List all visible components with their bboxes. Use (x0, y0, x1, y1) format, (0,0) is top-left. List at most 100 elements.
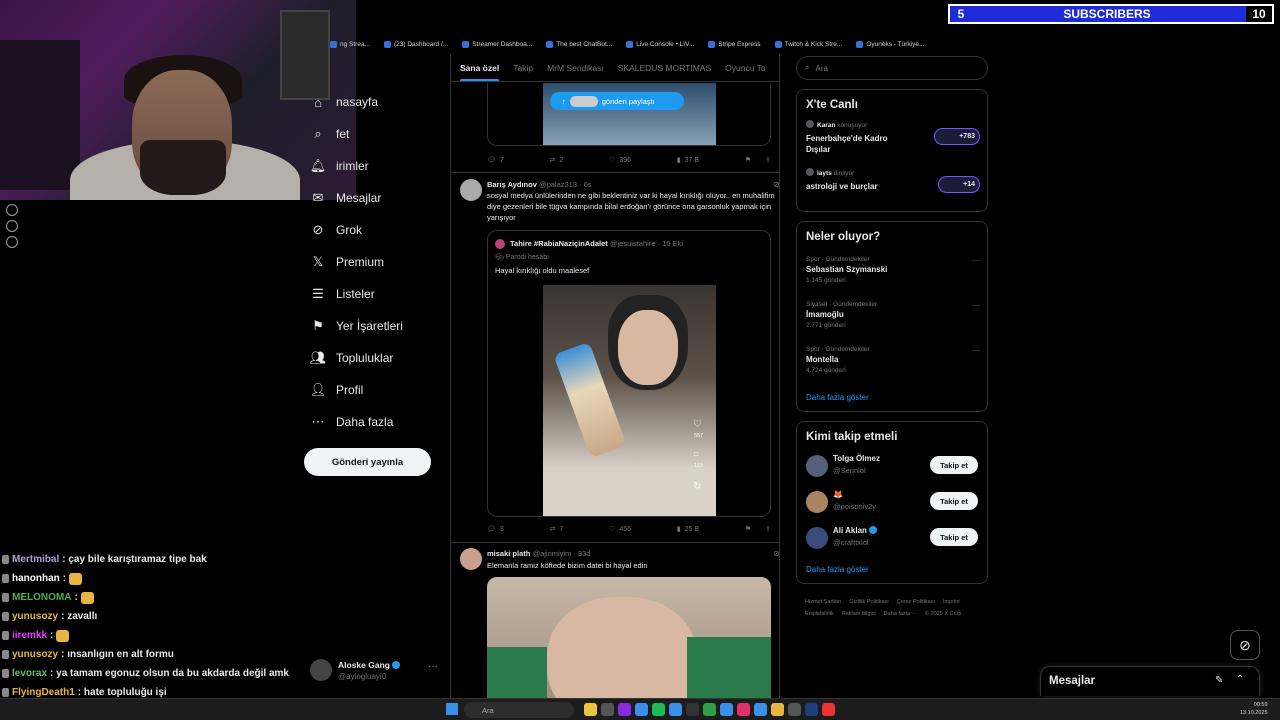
tab-3[interactable]: SKALEDUS MORTIMAS (618, 63, 711, 73)
bookmark-item[interactable]: (23) Dashboard /... (384, 40, 448, 48)
edge-icon[interactable] (720, 703, 733, 716)
nav-item-person[interactable]: 👤︎ Profil (304, 374, 450, 406)
compose-message-icon[interactable]: ✎ (1215, 675, 1223, 686)
twitch-icon[interactable] (618, 703, 631, 716)
bookmark-item[interactable]: Oyuneks - Türkiye... (856, 40, 924, 48)
steam-icon[interactable] (669, 703, 682, 716)
share-icon[interactable]: ⇪ (765, 525, 771, 533)
video-player[interactable]: ♡ 557 ○ 113 ↻ (543, 285, 716, 516)
views-button[interactable]: ▮ 37 B (677, 156, 699, 165)
nav-item-grok[interactable]: ⊘ Grok (304, 214, 450, 246)
heart-icon[interactable]: ♡ (693, 419, 702, 430)
chat-username[interactable]: hanonhan (12, 573, 60, 584)
taskbar-clock[interactable]: 00:59 13.10.2025 (1240, 701, 1268, 717)
tweet-author-handle[interactable]: @palaz313 (539, 180, 577, 189)
expand-icon[interactable]: ⌃ (1236, 674, 1244, 685)
footer-link[interactable]: Hizmet Şartları (805, 596, 841, 608)
bookmark-item[interactable]: Streamer Dashboa... (462, 40, 532, 48)
instagram-icon[interactable] (737, 703, 750, 716)
footer-link[interactable]: Gizlilik Politikası (849, 596, 888, 608)
search-input[interactable]: ⌕ Ara (796, 56, 988, 80)
avatar[interactable] (460, 179, 482, 201)
media-icon[interactable] (601, 703, 614, 716)
comment-icon[interactable]: ○ (693, 449, 699, 460)
like-button[interactable]: ♡ 456 (609, 525, 631, 534)
quoted-tweet[interactable]: Tahire #RabiaNaziçinAdalet @jesuistahire… (487, 230, 771, 517)
account-switcher[interactable]: Aloske Gang @ayiogluayi0 ··· (310, 656, 440, 686)
nav-item-list[interactable]: ☰ Listeler (304, 278, 450, 310)
tweet-media[interactable]: ↑ gönderi paylaştı (487, 83, 771, 146)
bookmark-item[interactable]: Live Console • LIV... (626, 40, 694, 48)
tab-1[interactable]: Takip (513, 63, 533, 73)
settings-icon[interactable] (6, 236, 18, 248)
xbox-icon[interactable] (703, 703, 716, 716)
follow-suggestion[interactable]: Ali Aklan @crafttxlol Takip et (797, 526, 987, 556)
bookmark-icon[interactable]: ⚑ (745, 525, 751, 533)
trend-more-icon[interactable]: ··· (972, 346, 980, 355)
tweet-media[interactable] (487, 577, 771, 717)
start-icon[interactable] (446, 703, 458, 715)
chat-username[interactable]: levorax (12, 668, 47, 679)
nav-item-more-circle[interactable]: ⋯ Daha fazla (304, 406, 450, 438)
avatar[interactable] (460, 548, 482, 570)
spotify-icon[interactable] (652, 703, 665, 716)
trend-item[interactable]: Spor · Gündemdekiler Sebastian Szymanski 1… (806, 256, 980, 284)
footer-link[interactable]: Erişilebilirlik (805, 608, 834, 620)
grok-icon[interactable]: ⊘ (773, 549, 779, 558)
bookmark-item[interactable]: Twitch & Kick Stre... (774, 40, 842, 48)
grok-icon[interactable]: ⊘ (773, 180, 779, 189)
nav-item-home[interactable]: ⌂ nasayfa (304, 86, 450, 118)
reply-button[interactable]: 💬︎ 7 (487, 156, 504, 165)
footer-link[interactable]: Çerez Politikası (897, 596, 935, 608)
follow-show-more-link[interactable]: Daha fazla göster (806, 565, 869, 574)
live-space-item[interactable]: layts dinliyor astroloji ve burçlar +14 (806, 168, 980, 210)
live-listeners-pill[interactable]: +783 (934, 128, 980, 145)
reply-button[interactable]: 💬︎ 3 (487, 525, 504, 534)
nav-item-x-logo[interactable]: 𝕏 Premium (304, 246, 450, 278)
tweet[interactable]: misaki plath @ajinmiyim · 33d ··· ⊘ Elem… (451, 543, 779, 720)
tab-2[interactable]: MrM Sendikası (547, 63, 604, 73)
file-explorer-icon[interactable] (584, 703, 597, 716)
taskbar-search[interactable]: Ara (464, 702, 574, 718)
tweet-time[interactable]: 6s (584, 180, 592, 189)
chat-username[interactable]: yunusozy (12, 611, 58, 622)
follow-suggestion[interactable]: Tolga Ölmez @Serinlol Takip et (797, 454, 987, 484)
chat-username[interactable]: iiremkk (12, 630, 47, 641)
tweet[interactable]: Barış Aydınov @palaz313 · 6s ··· ⊘ sosya… (451, 173, 779, 543)
chat-username[interactable]: FlyingDeath1 (12, 687, 75, 698)
bookmark-item[interactable]: ng Strea... (330, 40, 370, 48)
more-icon[interactable]: ··· (428, 661, 438, 672)
like-button[interactable]: ♡ 396 (609, 156, 631, 165)
chat-bubble-icon[interactable] (6, 220, 18, 232)
footer-link[interactable]: Reklam bilgisi (842, 608, 876, 620)
nav-item-people[interactable]: 👥︎ Topluluklar (304, 342, 450, 374)
tab-4[interactable]: Oyuncu To (725, 63, 765, 73)
tweet-author-handle[interactable]: @ajinmiyim (532, 549, 571, 558)
chat-username[interactable]: Mertmibal (12, 554, 59, 565)
trend-more-icon[interactable]: ··· (972, 301, 980, 310)
follow-button[interactable]: Takip et (930, 492, 978, 510)
nav-item-bookmark[interactable]: ⚑ Yer İşaretleri (304, 310, 450, 342)
live-space-item[interactable]: Karan konuşuyor Fenerbahçe'de Kadro Dışıl… (806, 120, 980, 162)
camera-icon[interactable] (788, 703, 801, 716)
follow-button[interactable]: Takip et (930, 528, 978, 546)
footer-link[interactable]: Daha fazla ··· (884, 608, 917, 620)
tweet-author-name[interactable]: misaki plath (487, 549, 530, 558)
follow-button[interactable]: Takip et (930, 456, 978, 474)
chrome-icon[interactable] (822, 703, 835, 716)
repost-button[interactable]: ⇄ 2 (550, 156, 564, 165)
trend-item[interactable]: Spor · Gündemdekiler Montella 4.724 gönder… (806, 346, 980, 374)
bookmark-item[interactable]: Stripe Express (708, 40, 761, 48)
bookmark-item[interactable]: The best ChatBot... (546, 40, 612, 48)
history-icon[interactable] (6, 204, 18, 216)
tweet-time[interactable]: 33d (578, 549, 591, 558)
views-button[interactable]: ▮ 25 B (677, 525, 699, 534)
photoshop-icon[interactable] (805, 703, 818, 716)
store-icon[interactable] (754, 703, 767, 716)
tab-0[interactable]: Sana özel (460, 63, 500, 81)
grok-floating-button[interactable]: ⊘ (1230, 630, 1260, 660)
tweet[interactable]: ↑ gönderi paylaştı 💬︎ 7 ⇄ 2 ♡ 396 ▮ 37 B ⚑ ⇪ (451, 83, 779, 173)
discord-icon[interactable] (635, 703, 648, 716)
chat-username[interactable]: MELONOMA (12, 592, 71, 603)
repost-button[interactable]: ⇄ 7 (550, 525, 564, 534)
